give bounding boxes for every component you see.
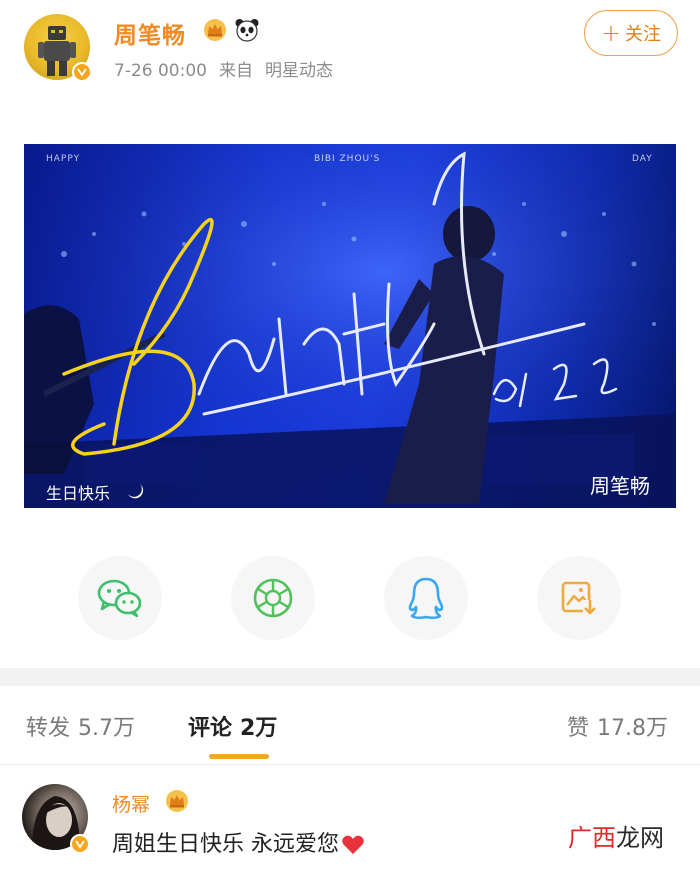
comment-text: 周姐生日快乐 永远爱您 [112,826,365,858]
watermark-part2: 龙网 [616,824,664,852]
crown-icon [204,19,226,41]
source-prefix: 来自 [218,61,253,81]
tab-repost-count: 5.7万 [78,716,136,741]
commenter-name[interactable]: 杨幂 [112,790,150,817]
commenter-crown-icon [166,790,188,812]
tab-repost-label: 转发 [26,716,71,741]
follow-button[interactable]: + 关注 [584,10,678,56]
post-time: 7-26 00:00 [114,61,207,81]
moments-icon [253,578,293,618]
save-image-button[interactable] [537,556,621,640]
comment-body: 周姐生日快乐 永远爱您 [112,832,339,857]
follow-label: 关注 [625,24,662,45]
verified-badge-icon [72,62,92,82]
tab-likes[interactable]: 赞 17.8万 [567,710,668,742]
panda-icon [235,19,259,42]
post-source[interactable]: 明星动态 [265,61,333,81]
tab-likes-count: 17.8万 [597,716,669,741]
post-image[interactable]: HAPPY BIBI ZHOU'S DAY 生日快乐 周笔畅 [24,144,676,508]
tab-likes-label: 赞 [567,716,590,741]
heart-icon [342,835,364,854]
robot-figure-icon [38,26,76,76]
watermark-part1: 广西 [568,824,616,852]
share-qq-button[interactable] [384,556,468,640]
wechat-icon [97,579,142,618]
save-image-icon [561,581,597,616]
commenter-verified-badge-icon [70,834,90,854]
banner-text-happy: HAPPY [46,154,81,164]
banner-text-signature: 周笔畅 [590,474,650,498]
banner-text-name: BIBI ZHOU'S [314,154,381,164]
tab-repost[interactable]: 转发 5.7万 [26,710,135,742]
banner-text-day: DAY [632,154,653,164]
share-moments-button[interactable] [231,556,315,640]
banner-text-birthday-cn: 生日快乐 [46,484,111,503]
plus-icon: + [600,19,622,47]
tab-comments-count: 2万 [240,716,278,741]
section-divider [0,668,700,686]
concert-photo-graphic [24,144,676,508]
active-tab-indicator [209,754,269,759]
tab-comments-label: 评论 [188,716,233,741]
share-wechat-button[interactable] [78,556,162,640]
author-name[interactable]: 周笔畅 [114,16,186,50]
post-meta: 7-26 00:00 来自 明星动态 [114,56,345,81]
tab-separator [0,764,700,765]
watermark: 广西龙网 [568,818,664,853]
qq-icon [408,577,444,620]
tab-comments[interactable]: 评论 2万 [188,710,277,742]
